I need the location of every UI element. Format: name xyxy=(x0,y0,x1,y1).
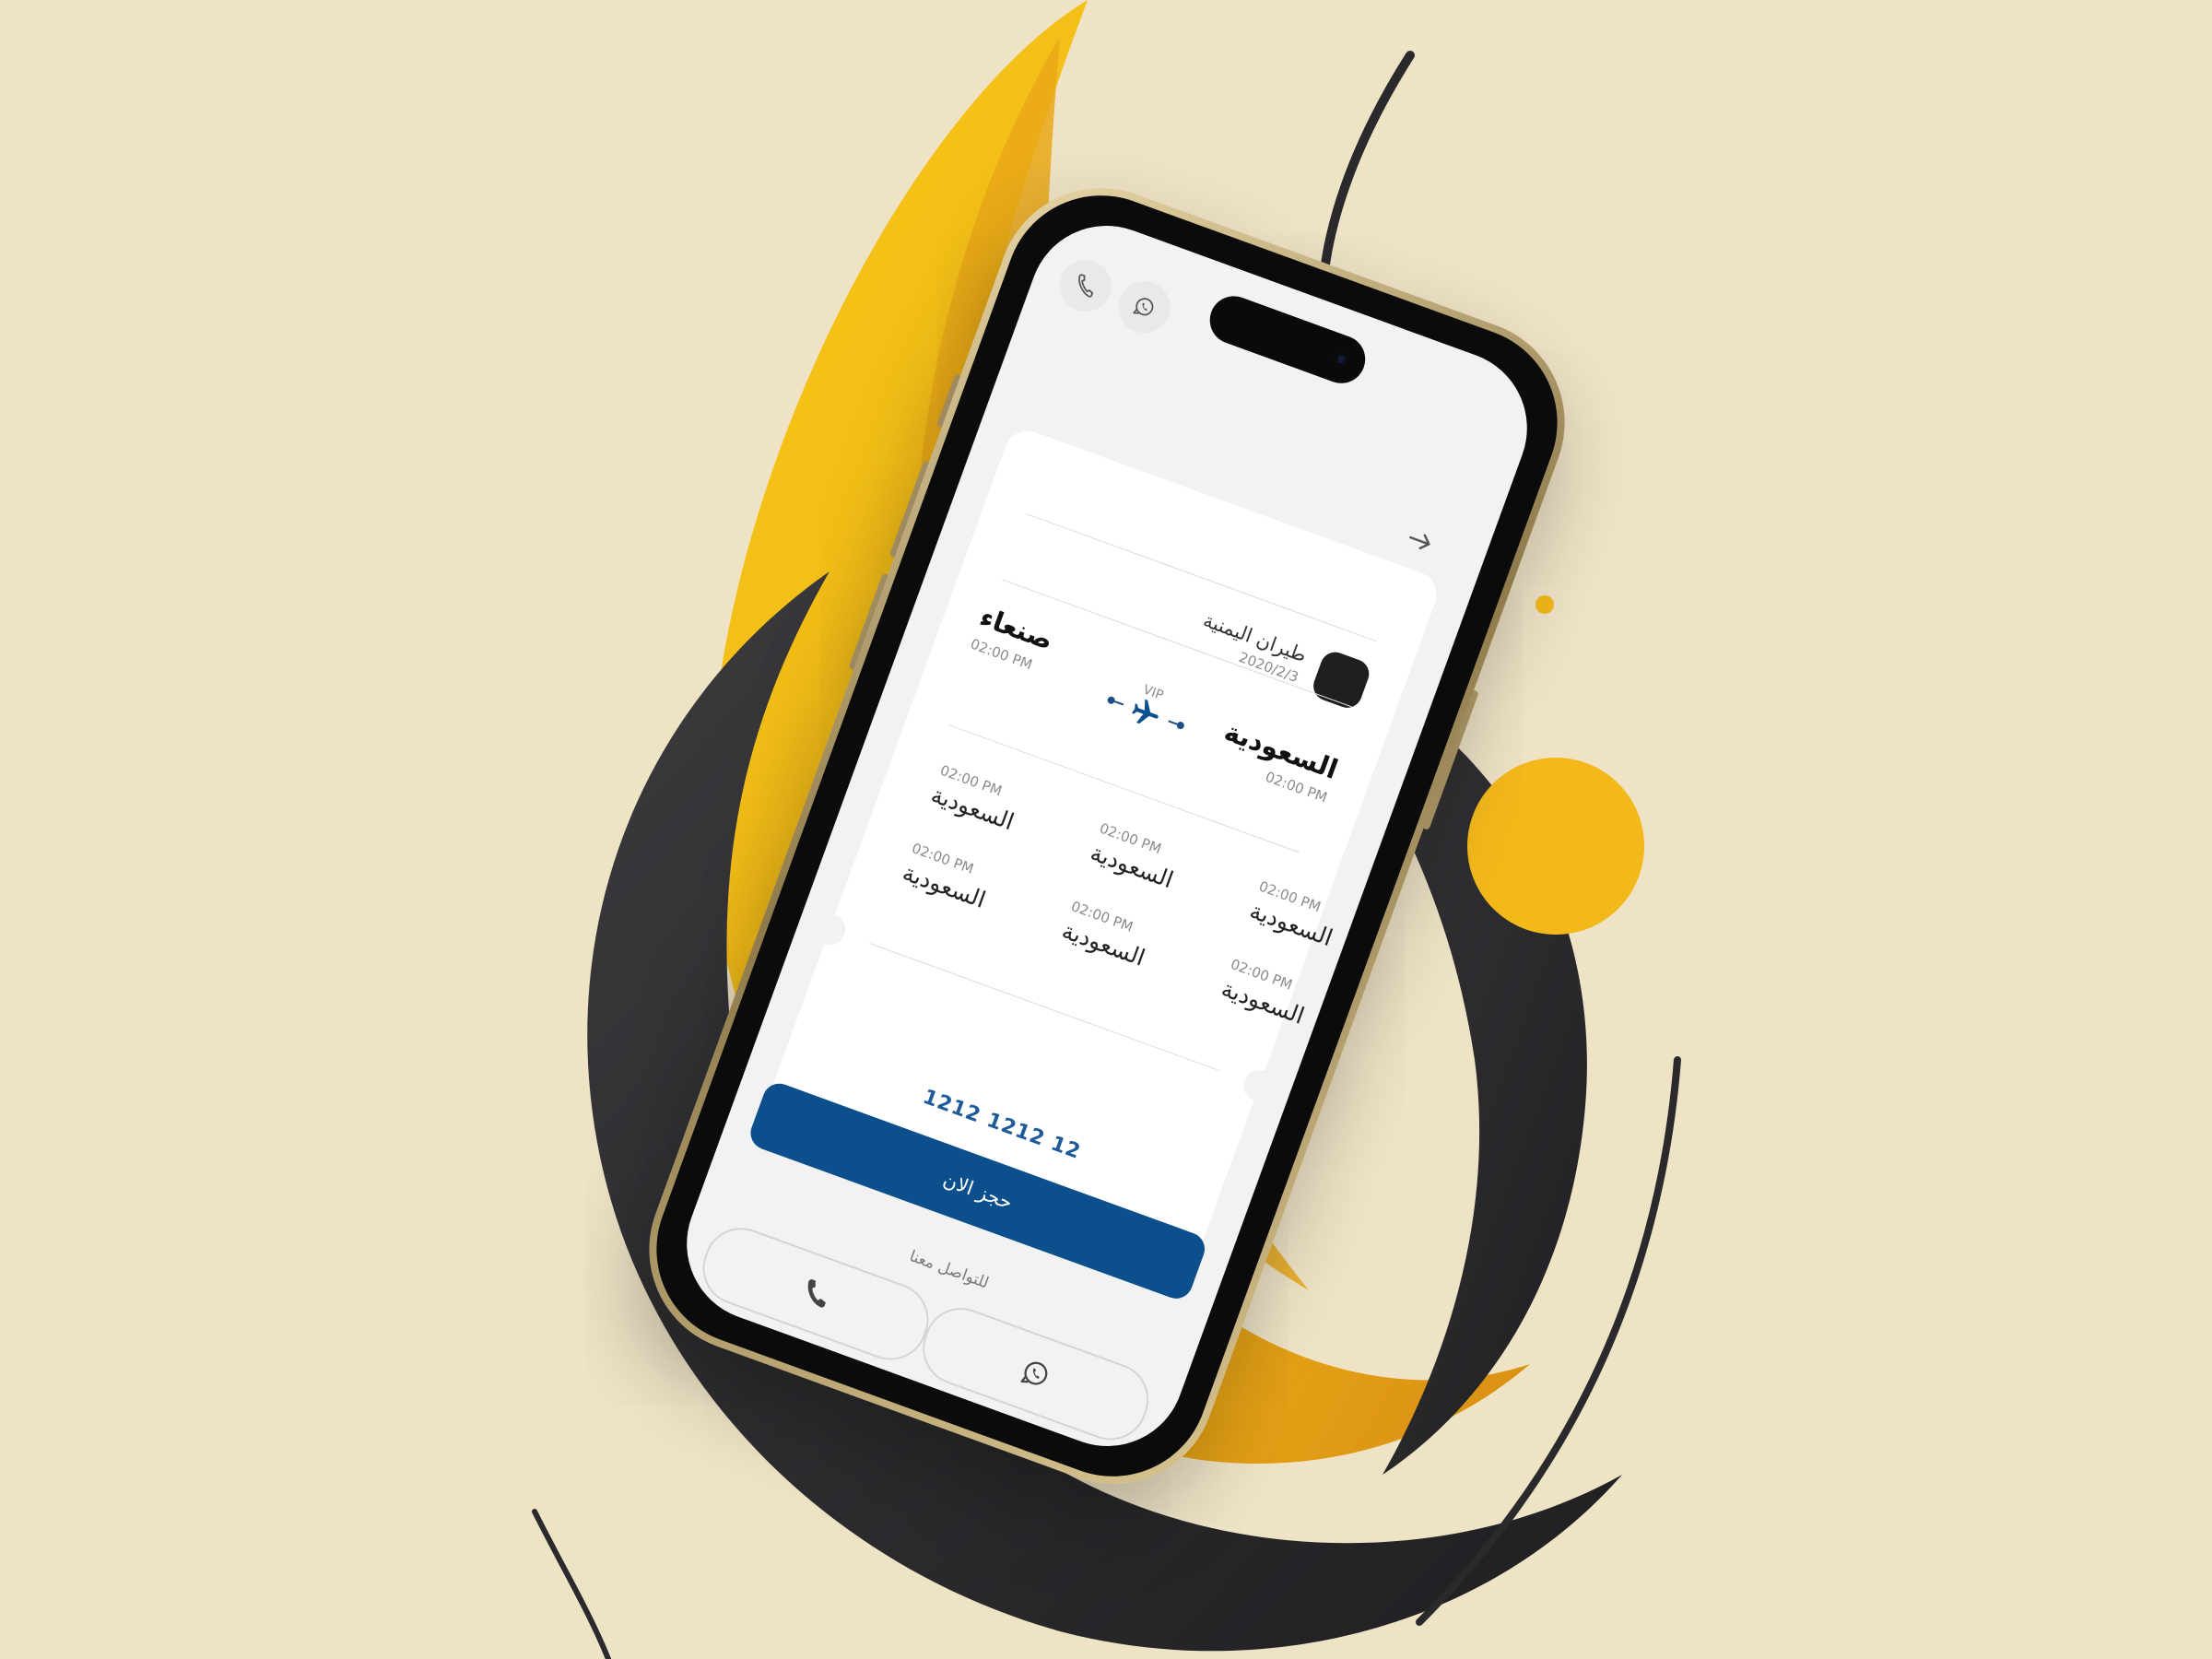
stop-item: 02:00 PM السعودية xyxy=(927,762,1024,836)
thin-stroke-bottom xyxy=(532,1509,611,1659)
ticket-divider-top xyxy=(1026,512,1377,642)
route-origin: السعودية 02:00 PM xyxy=(1213,715,1342,806)
whatsapp-icon xyxy=(1020,1361,1048,1385)
stop-item: 02:00 PM السعودية xyxy=(1087,819,1183,893)
back-arrow-button[interactable] xyxy=(1396,517,1443,564)
front-camera xyxy=(1331,349,1351,370)
header-whatsapp-button[interactable] xyxy=(1111,274,1178,341)
stop-item: 02:00 PM السعودية xyxy=(1218,956,1314,1030)
route-end-dot xyxy=(1175,720,1185,731)
dynamic-island xyxy=(1203,289,1372,391)
yellow-sun-circle xyxy=(1467,758,1644,935)
ticket-notch-left xyxy=(809,909,851,950)
route-destination: صنعاء 02:00 PM xyxy=(969,601,1058,677)
header-phone-button[interactable] xyxy=(1052,253,1119,319)
stop-item: 02:00 PM السعودية xyxy=(1246,877,1343,951)
stop-item: 02:00 PM السعودية xyxy=(1059,898,1156,971)
route-segment-left xyxy=(1114,700,1124,706)
ticket-notch-right xyxy=(1239,1065,1280,1106)
airline-text: طيران اليمنية 2020/2/3 xyxy=(1194,609,1309,686)
stop-item: 02:00 PM السعودية xyxy=(900,840,996,913)
yellow-small-dot xyxy=(1535,595,1554,614)
whatsapp-icon xyxy=(1133,298,1154,316)
route-line: VIP xyxy=(1106,682,1185,731)
phone-icon xyxy=(807,1279,826,1308)
arrow-icon xyxy=(1409,534,1430,550)
phone-icon xyxy=(1078,274,1094,298)
